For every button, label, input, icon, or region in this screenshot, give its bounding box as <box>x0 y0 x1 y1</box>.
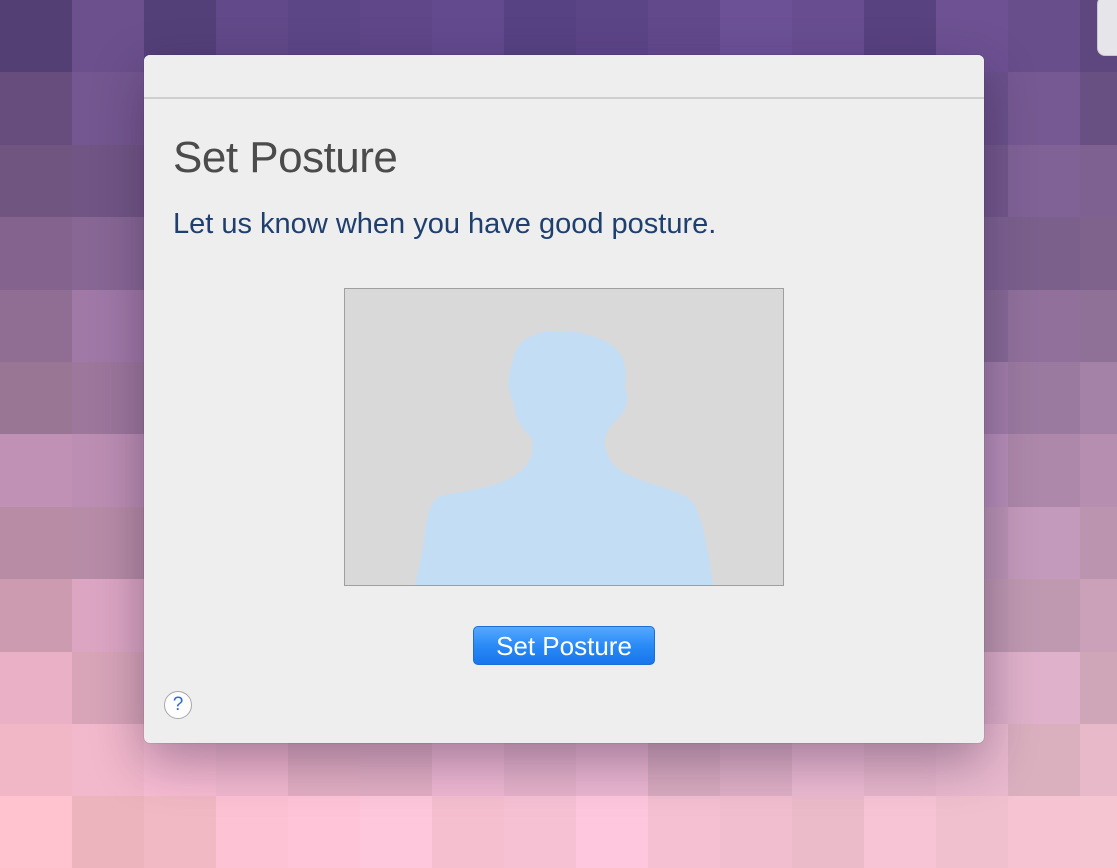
wallpaper-tile <box>1080 217 1117 290</box>
camera-preview <box>344 288 784 586</box>
wallpaper-tile <box>360 796 432 868</box>
wallpaper-tile <box>1080 289 1117 362</box>
wallpaper-tile <box>1008 796 1080 868</box>
wallpaper-tile <box>720 796 792 868</box>
wallpaper-tile <box>1080 72 1117 145</box>
wallpaper-tile <box>72 289 144 362</box>
wallpaper-tile <box>1008 217 1080 290</box>
set-posture-dialog: Set Posture Let us know when you have go… <box>144 55 984 743</box>
wallpaper-tile <box>936 796 1008 868</box>
page-title: Set Posture <box>173 133 398 182</box>
wallpaper-tile <box>72 434 144 507</box>
wallpaper-tile <box>432 796 504 868</box>
instruction-text: Let us know when you have good posture. <box>173 208 717 240</box>
wallpaper-tile <box>72 144 144 218</box>
wallpaper-tile <box>1080 434 1117 507</box>
desktop-background: Set Posture Let us know when you have go… <box>0 0 1117 868</box>
question-mark-icon: ? <box>172 694 184 715</box>
wallpaper-tile <box>0 361 72 435</box>
wallpaper-tile <box>0 72 72 145</box>
wallpaper-tile <box>0 217 72 290</box>
wallpaper-tile <box>0 506 72 580</box>
wallpaper-tile <box>792 796 864 868</box>
wallpaper-tile <box>72 651 144 724</box>
wallpaper-tile <box>1008 361 1080 435</box>
wallpaper-tile <box>1080 506 1117 580</box>
wallpaper-tile <box>72 723 144 797</box>
set-posture-button[interactable]: Set Posture <box>473 626 655 665</box>
wallpaper-tile <box>1008 506 1080 580</box>
wallpaper-tile <box>1080 361 1117 435</box>
wallpaper-tile <box>0 144 72 218</box>
wallpaper-tile <box>72 72 144 145</box>
help-button[interactable]: ? <box>164 691 192 719</box>
wallpaper-tile <box>1080 796 1117 868</box>
screen-corner-widget <box>1097 0 1117 56</box>
wallpaper-tile <box>504 796 576 868</box>
wallpaper-tile <box>1008 723 1080 797</box>
wallpaper-tile <box>1008 579 1080 652</box>
wallpaper-tile <box>72 796 144 868</box>
wallpaper-tile <box>0 579 72 652</box>
person-silhouette-icon <box>415 331 713 585</box>
wallpaper-tile <box>0 651 72 724</box>
wallpaper-tile <box>1080 723 1117 797</box>
wallpaper-tile <box>648 796 720 868</box>
wallpaper-tile <box>72 0 144 73</box>
wallpaper-tile <box>72 506 144 580</box>
wallpaper-tile <box>288 796 360 868</box>
wallpaper-tile <box>1008 144 1080 218</box>
wallpaper-tile <box>72 361 144 435</box>
wallpaper-tile <box>1008 651 1080 724</box>
wallpaper-tile <box>576 796 648 868</box>
wallpaper-tile <box>1080 651 1117 724</box>
wallpaper-tile <box>72 579 144 652</box>
wallpaper-tile <box>1008 289 1080 362</box>
wallpaper-tile <box>864 796 936 868</box>
wallpaper-tile <box>0 0 72 73</box>
wallpaper-tile <box>216 796 288 868</box>
wallpaper-tile <box>1080 144 1117 218</box>
wallpaper-tile <box>0 796 72 868</box>
wallpaper-tile <box>144 796 216 868</box>
wallpaper-tile <box>0 434 72 507</box>
window-titlebar <box>144 55 984 99</box>
wallpaper-tile <box>1008 434 1080 507</box>
wallpaper-tile <box>0 289 72 362</box>
wallpaper-tile <box>1008 72 1080 145</box>
wallpaper-tile <box>72 217 144 290</box>
wallpaper-tile <box>1008 0 1080 73</box>
wallpaper-tile <box>1080 579 1117 652</box>
wallpaper-tile <box>0 723 72 797</box>
